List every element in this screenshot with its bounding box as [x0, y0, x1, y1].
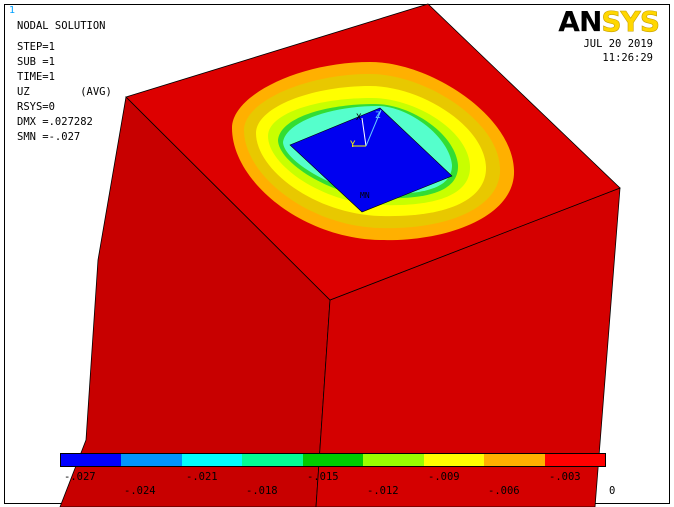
legend-label: -.015 — [307, 471, 339, 483]
legend-swatch — [121, 454, 182, 466]
legend-label: -.018 — [246, 485, 278, 497]
legend-swatch — [302, 454, 364, 466]
legend-swatch — [242, 454, 303, 466]
triad-label-z: Z — [375, 111, 381, 121]
fea-model: X Z Y MN — [59, 3, 621, 507]
legend-swatch — [363, 454, 424, 466]
legend-swatch — [181, 454, 243, 466]
legend-label: -.024 — [124, 485, 156, 497]
legend-swatch — [544, 454, 605, 466]
legend-label: 0 — [609, 485, 616, 497]
legend-swatch — [423, 454, 485, 466]
mn-marker: MN — [360, 191, 370, 200]
contour-legend-bar — [60, 453, 606, 467]
legend-label: -.012 — [367, 485, 399, 497]
legend-label: -.003 — [549, 471, 581, 483]
triad-label-x: X — [356, 113, 362, 123]
legend-label: -.009 — [428, 471, 460, 483]
legend-label: -.027 — [64, 471, 96, 483]
legend-label: -.021 — [186, 471, 218, 483]
triad-label-y: Y — [350, 140, 356, 150]
legend-swatch — [61, 454, 122, 466]
legend-swatch — [484, 454, 545, 466]
legend-label: -.006 — [488, 485, 520, 497]
